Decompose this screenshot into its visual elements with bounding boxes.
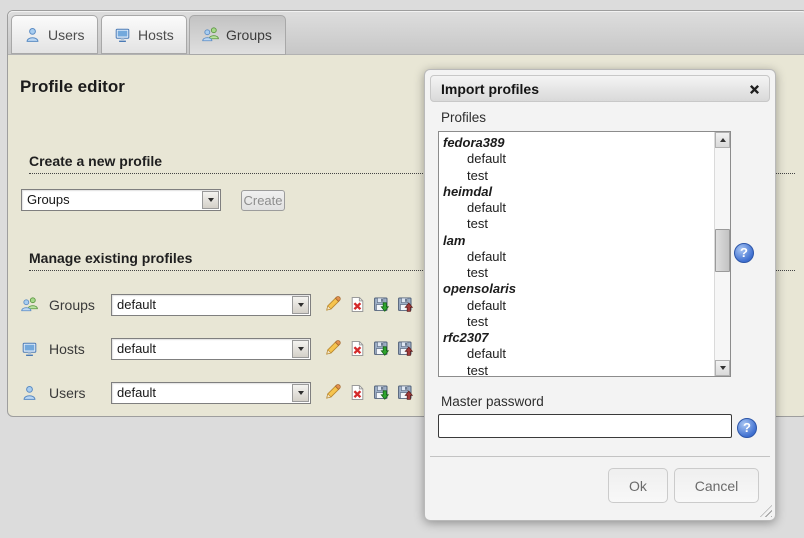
edit-icon[interactable] <box>324 296 341 313</box>
profile-option[interactable]: test <box>443 314 713 330</box>
profile-group-label: fedora389 <box>443 135 713 151</box>
profile-option[interactable]: default <box>443 298 713 314</box>
chevron-down-icon[interactable] <box>202 191 219 209</box>
profiles-listbox[interactable]: fedora389defaulttestheimdaldefaulttestla… <box>438 131 731 377</box>
profile-select-value: default <box>117 339 156 359</box>
dialog-titlebar[interactable]: Import profiles <box>430 75 770 102</box>
profile-option[interactable]: test <box>443 216 713 232</box>
close-icon[interactable] <box>746 81 762 97</box>
master-password-input[interactable] <box>438 414 732 438</box>
ok-button[interactable]: Ok <box>608 468 668 503</box>
export-icon[interactable] <box>397 296 414 313</box>
user-icon <box>21 385 38 401</box>
groups-icon <box>21 297 38 313</box>
account-type-select[interactable]: Groups <box>21 189 221 211</box>
tab-label: Users <box>48 27 85 43</box>
import-icon[interactable] <box>373 384 390 401</box>
delete-icon[interactable] <box>349 296 366 313</box>
create-button[interactable]: Create <box>241 190 285 211</box>
resize-handle-icon[interactable] <box>760 505 772 517</box>
host-icon <box>21 341 38 357</box>
help-icon[interactable]: ? <box>734 243 754 263</box>
profile-option[interactable]: test <box>443 265 713 281</box>
import-profiles-dialog: Import profiles Profiles fedora389defaul… <box>424 69 776 521</box>
account-type-value: Groups <box>27 190 70 210</box>
help-icon[interactable]: ? <box>737 418 757 438</box>
row-type-label: Users <box>49 382 86 404</box>
profile-group-label: opensolaris <box>443 281 713 297</box>
host-icon <box>114 27 131 43</box>
scrollbar-thumb[interactable] <box>715 229 730 272</box>
export-icon[interactable] <box>397 340 414 357</box>
import-icon[interactable] <box>373 296 390 313</box>
chevron-down-icon[interactable] <box>292 384 309 402</box>
delete-icon[interactable] <box>349 384 366 401</box>
divider <box>430 456 770 457</box>
profile-select-users[interactable]: default <box>111 382 311 404</box>
profile-option[interactable]: default <box>443 200 713 216</box>
tab-groups[interactable]: Groups <box>189 15 286 55</box>
profile-select-hosts[interactable]: default <box>111 338 311 360</box>
profile-option[interactable]: test <box>443 168 713 184</box>
edit-icon[interactable] <box>324 384 341 401</box>
tab-hosts[interactable]: Hosts <box>101 15 187 54</box>
delete-icon[interactable] <box>349 340 366 357</box>
master-password-label: Master password <box>441 394 544 409</box>
profile-select-value: default <box>117 295 156 315</box>
tab-users[interactable]: Users <box>11 15 98 54</box>
tab-label: Hosts <box>138 27 174 43</box>
profile-select-value: default <box>117 383 156 403</box>
tab-label: Groups <box>226 27 272 43</box>
scrollbar[interactable] <box>714 132 730 376</box>
profile-select-groups[interactable]: default <box>111 294 311 316</box>
cancel-button[interactable]: Cancel <box>674 468 759 503</box>
profiles-list-rows: fedora389defaulttestheimdaldefaulttestla… <box>439 132 713 376</box>
profile-option[interactable]: default <box>443 249 713 265</box>
scroll-down-icon[interactable] <box>715 360 730 376</box>
row-type-label: Hosts <box>49 338 85 360</box>
chevron-down-icon[interactable] <box>292 340 309 358</box>
tab-bar: Users Hosts <box>8 11 804 55</box>
groups-icon <box>202 27 219 43</box>
profile-group-label: heimdal <box>443 184 713 200</box>
scroll-up-icon[interactable] <box>715 132 730 148</box>
profile-group-label: rfc2307 <box>443 330 713 346</box>
profile-group-label: lam <box>443 233 713 249</box>
profiles-label: Profiles <box>441 110 486 125</box>
row-type-label: Groups <box>49 294 95 316</box>
chevron-down-icon[interactable] <box>292 296 309 314</box>
import-icon[interactable] <box>373 340 390 357</box>
edit-icon[interactable] <box>324 340 341 357</box>
user-icon <box>24 27 41 43</box>
page-title: Profile editor <box>20 77 125 97</box>
dialog-title: Import profiles <box>441 81 539 97</box>
export-icon[interactable] <box>397 384 414 401</box>
profile-option[interactable]: default <box>443 346 713 362</box>
profile-option[interactable]: test <box>443 363 713 377</box>
profile-option[interactable]: default <box>443 151 713 167</box>
